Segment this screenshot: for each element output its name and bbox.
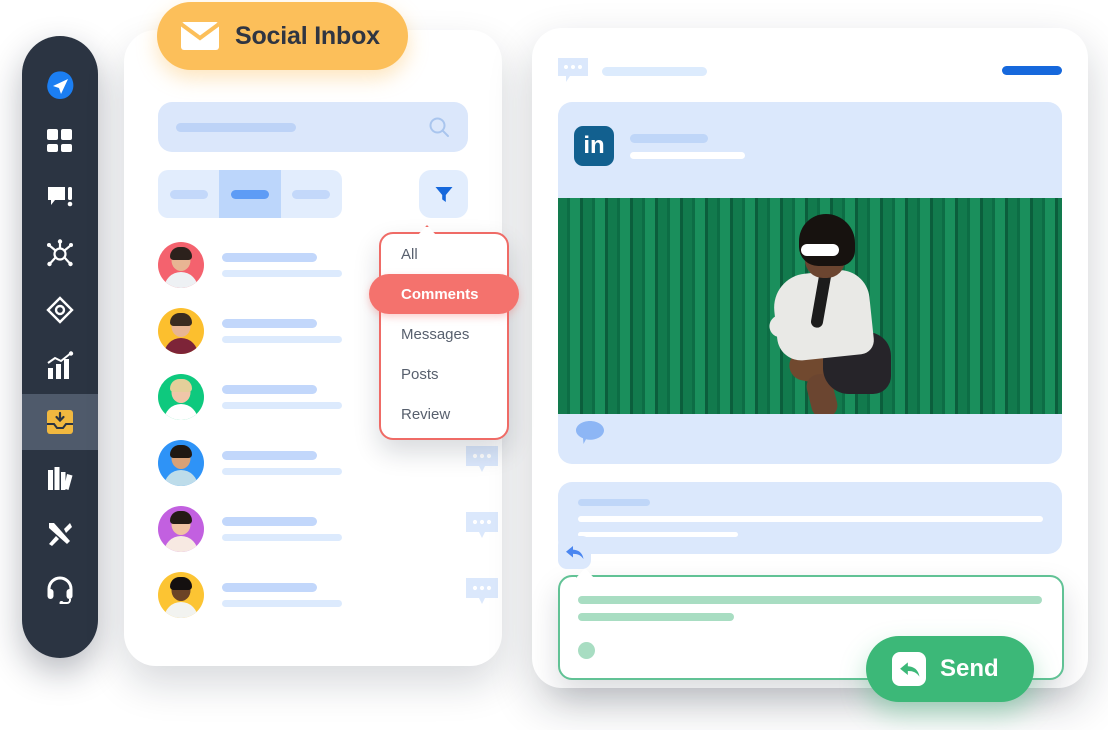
speech-bubble-icon[interactable]	[576, 421, 604, 445]
search-icon	[429, 117, 449, 137]
envelope-icon	[181, 22, 219, 50]
main-sidebar	[22, 36, 98, 658]
filter-button[interactable]	[419, 170, 468, 218]
dropdown-item-comments[interactable]: Comments	[369, 274, 519, 314]
dropdown-item-posts[interactable]: Posts	[381, 354, 507, 394]
network-nodes-icon	[47, 239, 73, 267]
composer-text-bar	[578, 596, 1042, 604]
post-author-text	[630, 133, 745, 159]
list-item-text	[222, 583, 342, 607]
list-item-text	[222, 385, 342, 409]
library-books-icon	[48, 467, 73, 490]
avatar	[158, 374, 204, 420]
dashboard-grid-icon	[47, 129, 72, 152]
tab-2[interactable]	[281, 170, 342, 218]
list-item-text	[222, 451, 342, 475]
analytics-chart-icon	[47, 351, 74, 379]
avatar	[158, 572, 204, 618]
inbox-download-icon	[47, 410, 73, 434]
post-comment-card	[558, 482, 1062, 554]
sidebar-item-dashboard[interactable]	[22, 114, 98, 170]
social-inbox-badge: Social Inbox	[157, 2, 408, 70]
comment-bubble-icon[interactable]	[466, 446, 498, 479]
tab-label-bar	[292, 189, 331, 199]
search-placeholder-bar	[176, 122, 296, 132]
send-reply-icon-box	[892, 652, 926, 686]
comment-bubble-icon[interactable]	[466, 578, 498, 611]
post-author-row: in	[558, 102, 1062, 174]
comment-author-bar	[578, 499, 650, 507]
composer-text-bar	[578, 613, 734, 621]
dropdown-item-messages[interactable]: Messages	[381, 314, 507, 354]
linkedin-icon: in	[574, 126, 614, 166]
post-header-action-bar[interactable]	[1002, 66, 1062, 75]
comment-bubble-icon[interactable]	[466, 512, 498, 545]
comment-alert-icon	[48, 187, 73, 207]
comment-dots-icon	[558, 58, 588, 82]
filter-funnel-icon	[435, 187, 452, 202]
tools-icon	[49, 523, 72, 546]
screenshot-root: Social Inbox All Comments Messages Posts…	[0, 0, 1108, 730]
reply-arrow-icon	[899, 661, 919, 677]
sidebar-item-comments[interactable]	[22, 170, 98, 226]
comment-text-bar	[578, 531, 738, 538]
avatar	[158, 242, 204, 288]
post-header-title-bar	[602, 66, 707, 76]
list-item[interactable]	[158, 496, 498, 562]
comment-text-bar	[578, 516, 1043, 522]
sidebar-item-compass[interactable]	[22, 282, 98, 338]
list-item-text	[222, 517, 342, 541]
post-photo	[558, 198, 1062, 414]
compass-diamond-icon	[46, 296, 74, 324]
composer-emoji-button[interactable]	[578, 642, 595, 659]
tab-0[interactable]	[158, 170, 219, 218]
tab-1[interactable]	[219, 170, 281, 218]
post-card: in	[558, 102, 1062, 464]
sidebar-item-support[interactable]	[22, 562, 98, 618]
sidebar-item-library[interactable]	[22, 450, 98, 506]
sidebar-item-network[interactable]	[22, 226, 98, 282]
send-button-label: Send	[940, 655, 999, 682]
send-button[interactable]: Send	[866, 636, 1034, 702]
avatar	[158, 440, 204, 486]
headset-support-icon	[47, 576, 73, 604]
dropdown-item-review[interactable]: Review	[381, 394, 507, 434]
sidebar-item-send[interactable]	[22, 58, 98, 114]
list-item-text	[222, 319, 342, 343]
list-item-text	[222, 253, 342, 277]
search-input[interactable]	[158, 102, 468, 152]
photo-figure	[763, 214, 903, 414]
tab-label-bar	[230, 189, 269, 199]
list-item[interactable]	[158, 562, 498, 628]
avatar	[158, 506, 204, 552]
send-plane-icon	[47, 71, 74, 99]
sidebar-item-analytics[interactable]	[22, 338, 98, 394]
sidebar-item-tools[interactable]	[22, 506, 98, 562]
filter-dropdown-menu: All Comments Messages Posts Review	[369, 225, 519, 440]
reply-button[interactable]	[558, 536, 591, 569]
post-footer	[576, 421, 604, 450]
sidebar-item-inbox[interactable]	[22, 394, 98, 450]
social-inbox-badge-label: Social Inbox	[235, 21, 380, 50]
reply-arrow-icon	[566, 546, 584, 559]
tab-label-bar	[169, 189, 208, 199]
inbox-tabs	[158, 170, 342, 218]
post-header	[558, 56, 1062, 86]
dropdown-item-all[interactable]: All	[381, 234, 507, 274]
avatar	[158, 308, 204, 354]
